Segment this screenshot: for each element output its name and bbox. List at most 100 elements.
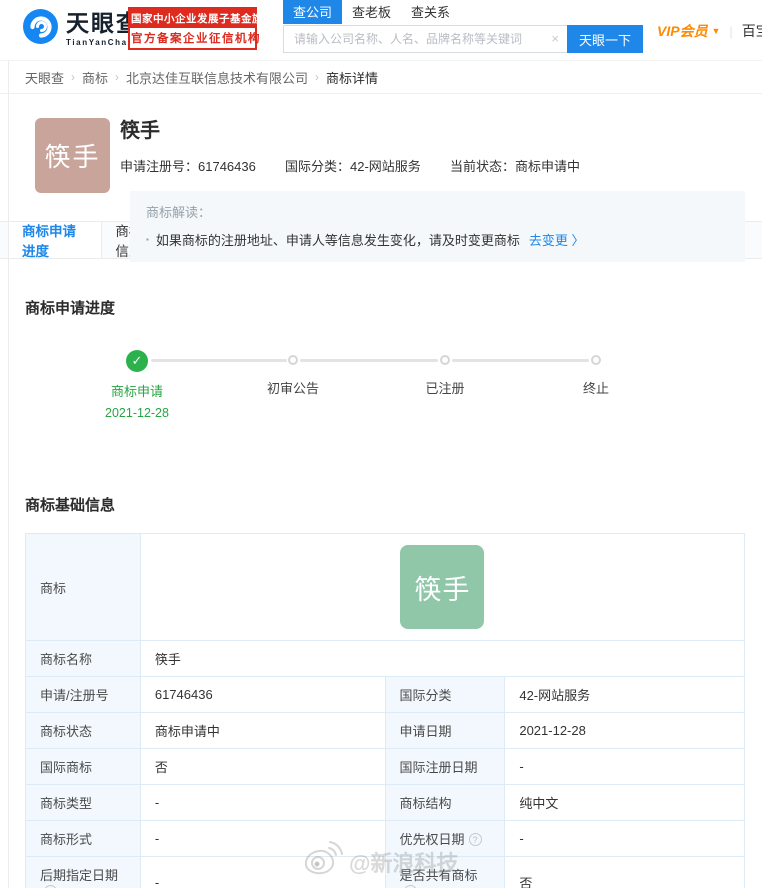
- row-label: 优先权日期?: [384, 820, 506, 857]
- field-registration-no: 申请注册号：61746436: [120, 156, 285, 175]
- field-value: 42-网站服务: [350, 159, 421, 174]
- table-row: 国际商标 否 国际注册日期 -: [25, 748, 745, 785]
- row-value: 商标申请中: [139, 712, 386, 749]
- progress-section-title: 商标申请进度: [25, 300, 116, 317]
- step-dot-icon: [288, 355, 298, 365]
- step-terminated: 终止: [526, 350, 666, 397]
- search-input-wrap: ×: [283, 25, 567, 53]
- table-row: 后期指定日期? - 是否共有商标? 否: [25, 856, 745, 888]
- breadcrumb-separator: ›: [115, 70, 120, 84]
- step-date: 2021-12-28: [105, 406, 169, 420]
- trademark-image: 筷手: [400, 545, 485, 629]
- row-label: 商标形式: [25, 820, 141, 857]
- label-text: 后期指定日期: [40, 868, 119, 883]
- progress-section: 商标申请进度 ✓ 商标申请 2021-12-28 初审公告 已注册 终止: [0, 297, 762, 458]
- hero-fields: 申请注册号：61746436 国际分类：42-网站服务 当前状态：商标申请中: [120, 156, 745, 175]
- tab-application-progress[interactable]: 商标申请进度: [8, 222, 103, 259]
- row-value: 2021-12-28: [504, 712, 745, 749]
- row-value: -: [504, 820, 745, 857]
- row-label: 商标: [25, 533, 141, 641]
- basic-info-table: 商标 筷手 商标名称 筷手 申请/注册号 61746436 国际分类 42-网站…: [25, 533, 746, 888]
- row-value: 42-网站服务: [504, 676, 745, 713]
- interpretation-tip: ▪ 如果商标的注册地址、申请人等信息发生变化，请及时变更商标 去变更 〉: [146, 230, 729, 249]
- row-label: 国际商标: [25, 748, 141, 785]
- breadcrumb-home[interactable]: 天眼查: [25, 68, 64, 87]
- label-text: 是否共有商标: [399, 868, 478, 883]
- row-label: 商标类型: [25, 784, 141, 821]
- table-row: 商标 筷手: [25, 533, 746, 641]
- gov-certification-badge: 国家中小企业发展子基金旗下 官方备案企业征信机构: [128, 7, 274, 50]
- check-icon: ✓: [126, 350, 148, 372]
- table-row: 商标名称 筷手: [25, 640, 746, 677]
- tianyancha-logo-icon: [22, 8, 59, 50]
- field-label: 当前状态：: [450, 159, 516, 174]
- row-label: 申请日期: [384, 712, 506, 749]
- trademark-interpretation-box: 商标解读： ▪ 如果商标的注册地址、申请人等信息发生变化，请及时变更商标 去变更…: [130, 191, 745, 262]
- chevron-down-icon: ▼: [711, 26, 721, 36]
- row-label: 商标状态: [25, 712, 141, 749]
- row-value: 61746436: [139, 676, 386, 713]
- row-value: -: [139, 856, 386, 888]
- basic-info-section-title: 商标基础信息: [25, 497, 116, 514]
- progress-timeline: ✓ 商标申请 2021-12-28 初审公告 已注册 终止: [25, 350, 745, 458]
- row-value: 筷手: [139, 640, 746, 677]
- link-label: 去变更: [528, 233, 568, 248]
- step-dot-icon: [440, 355, 450, 365]
- basic-info-section: 商标基础信息 商标 筷手 商标名称 筷手 申请/注册号 61746436 国际分…: [0, 494, 762, 888]
- vip-label: VIP会员: [657, 23, 708, 39]
- row-value: 否: [139, 748, 386, 785]
- table-row: 商标形式 - 优先权日期? -: [25, 820, 745, 857]
- search-tabs: 查公司 查老板 查关系: [283, 0, 643, 24]
- breadcrumb: 天眼查 › 商标 › 北京达佳互联信息技术有限公司 › 商标详情: [0, 60, 762, 94]
- row-label: 国际分类: [384, 676, 506, 713]
- field-intl-class: 国际分类：42-网站服务: [285, 156, 450, 175]
- field-label: 国际分类：: [285, 159, 351, 174]
- hero-main: 筷手 申请注册号：61746436 国际分类：42-网站服务 当前状态：商标申请…: [120, 114, 745, 262]
- row-value: -: [504, 748, 745, 785]
- label-text: 优先权日期: [399, 832, 465, 847]
- row-label: 国际注册日期: [384, 748, 506, 785]
- clear-icon[interactable]: ×: [551, 31, 559, 46]
- search-tab-relation[interactable]: 查关系: [401, 0, 460, 24]
- row-label: 商标结构: [384, 784, 506, 821]
- step-registered: 已注册: [375, 350, 515, 397]
- table-row: 商标类型 - 商标结构 纯中文: [25, 784, 745, 821]
- top-header: 天眼查 TianYanCha.com 国家中小企业发展子基金旗下 官方备案企业征…: [0, 0, 762, 60]
- field-value: 商标申请中: [515, 159, 581, 174]
- breadcrumb-trademark[interactable]: 商标: [82, 68, 108, 87]
- search-block: 查公司 查老板 查关系 × 天眼一下: [283, 0, 643, 53]
- interpretation-text: 如果商标的注册地址、申请人等信息发生变化，请及时变更商标: [155, 233, 520, 248]
- breadcrumb-company[interactable]: 北京达佳互联信息技术有限公司: [126, 68, 308, 87]
- breadcrumb-separator: ›: [71, 70, 76, 84]
- row-label: 是否共有商标?: [384, 856, 506, 888]
- field-value: 61746436: [198, 159, 256, 174]
- vip-menu[interactable]: VIP会员 ▼: [657, 21, 720, 41]
- search-input[interactable]: [283, 25, 567, 53]
- step-label: 已注册: [425, 381, 465, 396]
- breadcrumb-current: 商标详情: [326, 70, 379, 86]
- table-row: 商标状态 商标申请中 申请日期 2021-12-28: [25, 712, 745, 749]
- interpretation-title: 商标解读：: [146, 205, 212, 220]
- row-value: 否: [504, 856, 745, 888]
- step-preliminary-gazette: 初审公告: [223, 350, 363, 397]
- field-label: 申请注册号：: [120, 159, 199, 174]
- field-current-status: 当前状态：商标申请中: [450, 156, 580, 175]
- change-trademark-link[interactable]: 去变更 〉: [529, 230, 585, 249]
- search-tab-company[interactable]: 查公司: [283, 0, 343, 24]
- badge-line1: 国家中小企业发展子基金旗下: [130, 9, 274, 28]
- help-icon[interactable]: ?: [468, 833, 482, 846]
- bullet-icon: ▪: [146, 235, 149, 244]
- step-label: 初审公告: [266, 381, 319, 396]
- header-divider: |: [729, 23, 733, 39]
- trademark-logo-thumbnail: 筷手: [35, 118, 110, 193]
- search-row: × 天眼一下: [283, 25, 643, 53]
- search-button[interactable]: 天眼一下: [567, 25, 643, 53]
- header-right-link[interactable]: 百宝: [742, 21, 762, 41]
- step-label: 终止: [582, 381, 609, 396]
- step-application: ✓ 商标申请 2021-12-28: [67, 350, 207, 420]
- step-label: 商标申请: [110, 384, 163, 399]
- row-label: 申请/注册号: [25, 676, 141, 713]
- page-title: 筷手: [120, 120, 160, 142]
- link-arrow-icon: 〉: [571, 233, 585, 248]
- search-tab-boss[interactable]: 查老板: [342, 0, 401, 24]
